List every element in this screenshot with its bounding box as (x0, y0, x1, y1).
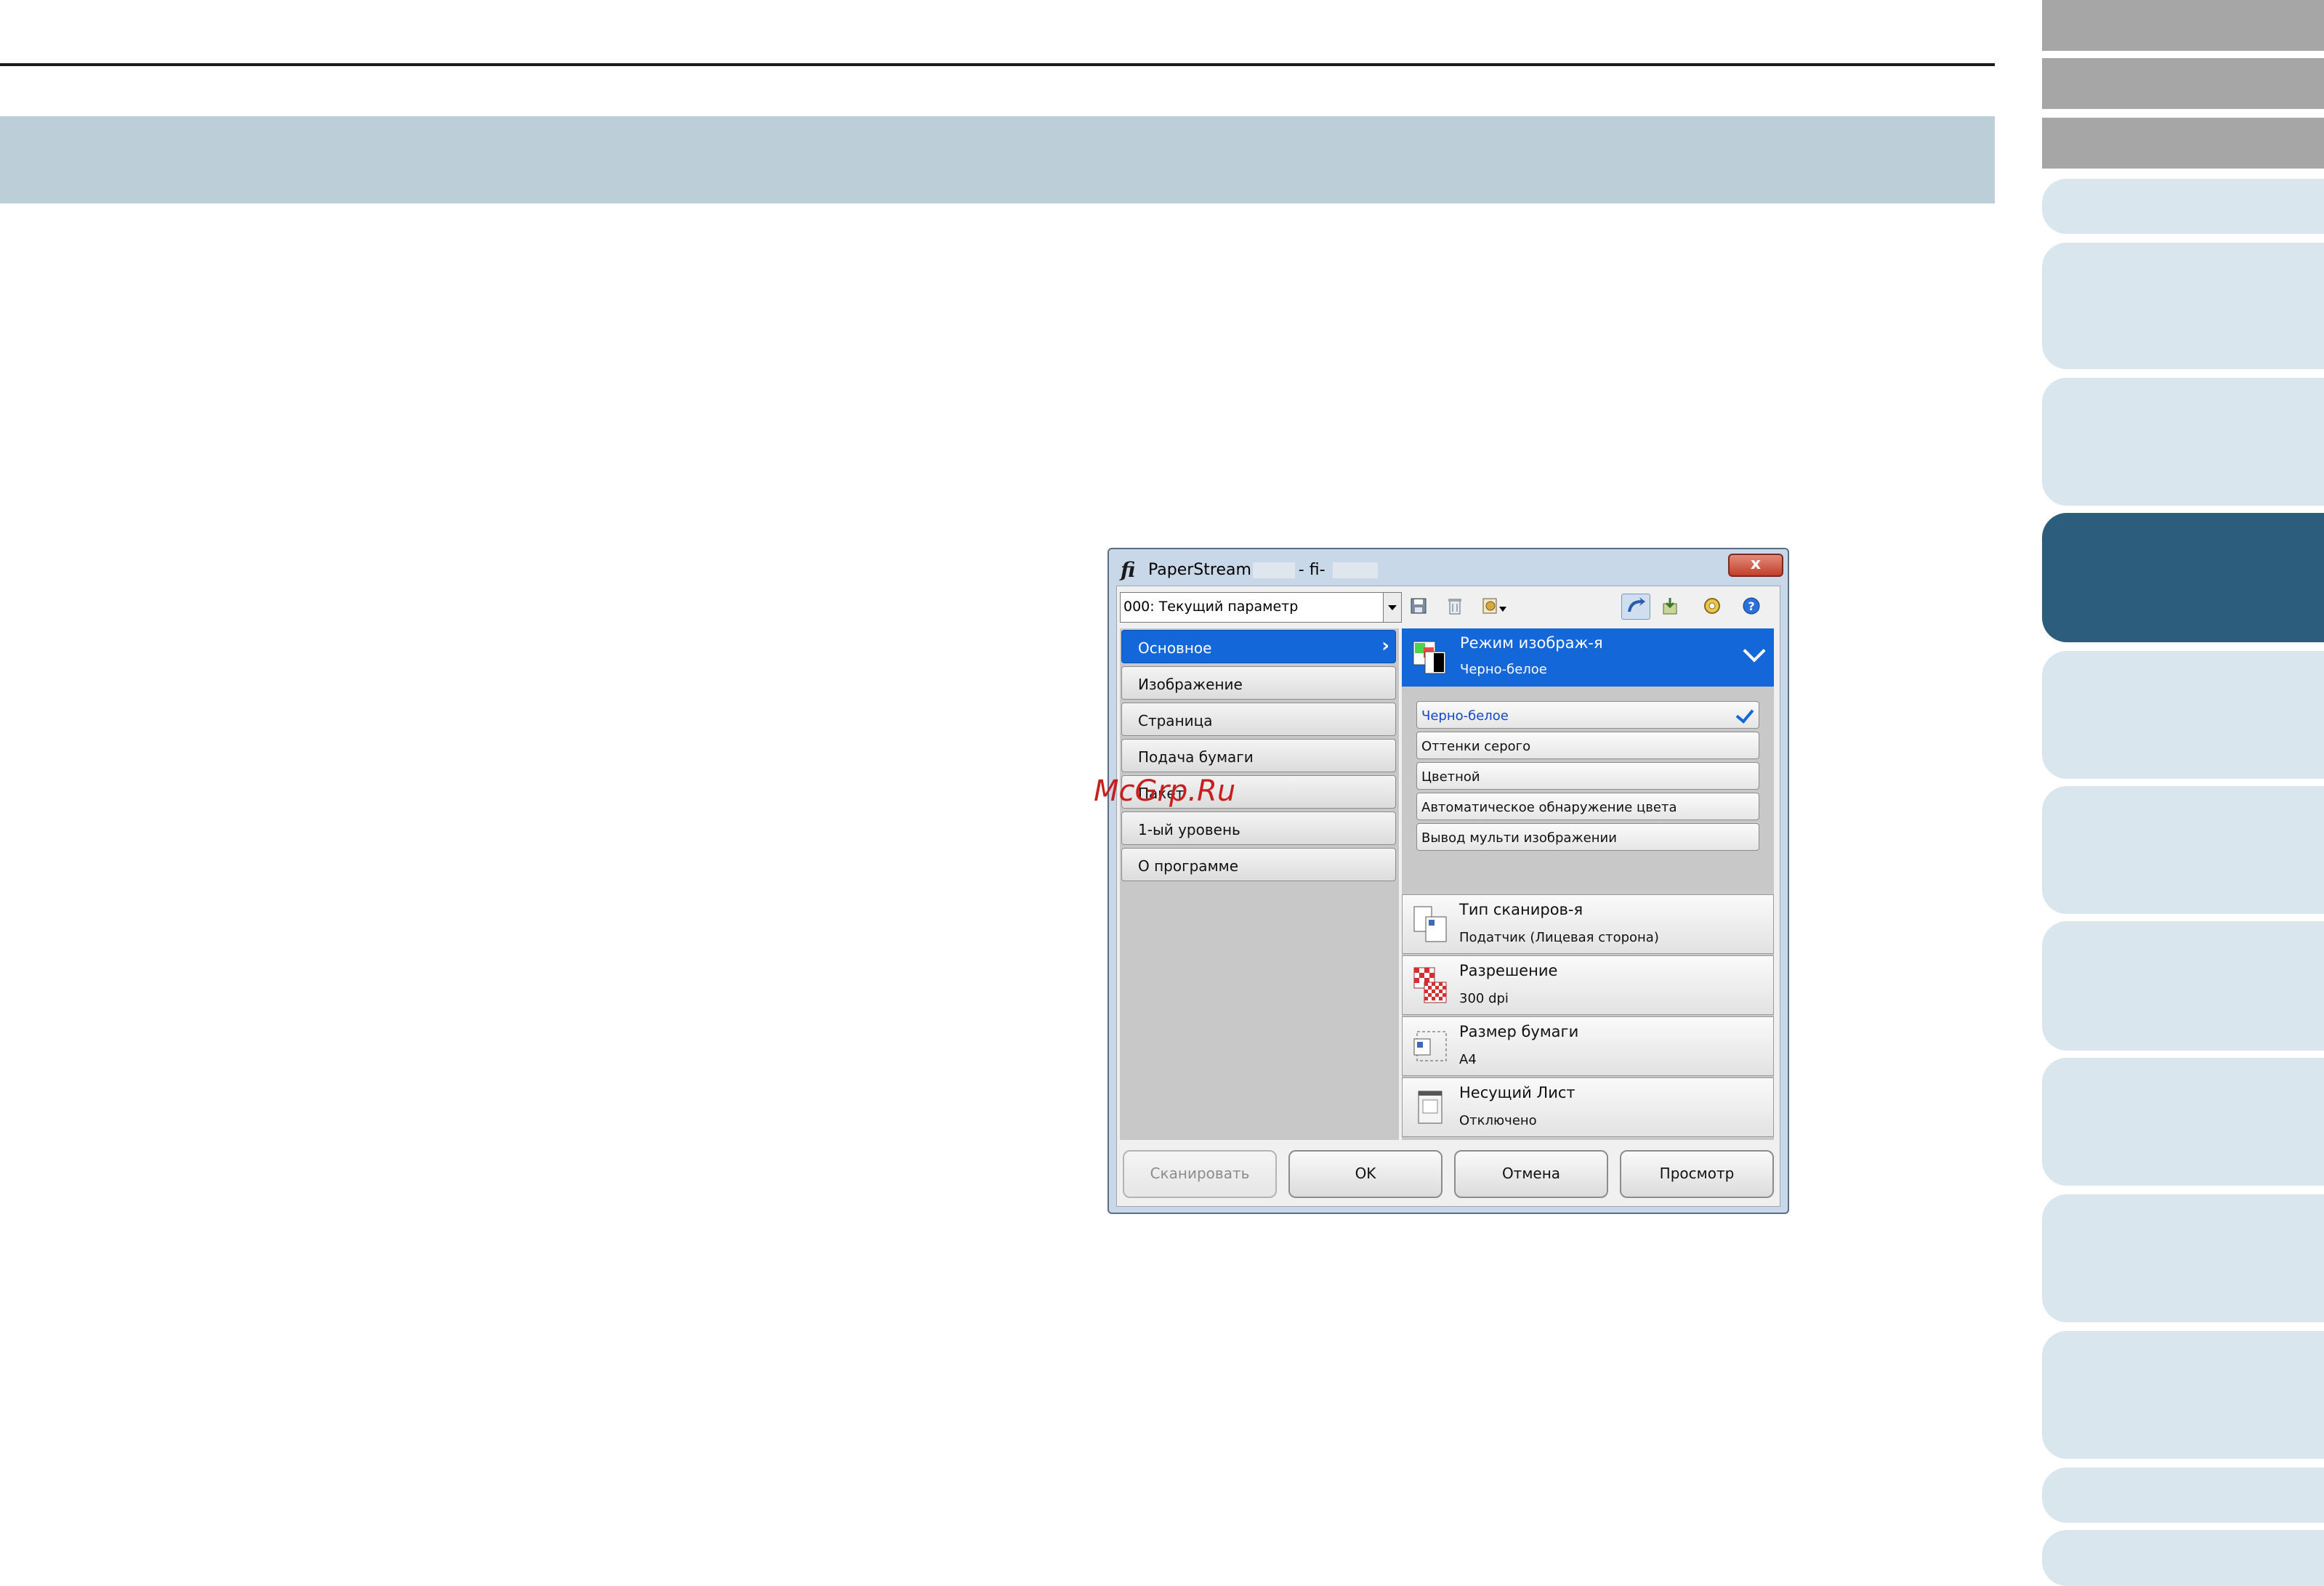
chevron-right-icon: › (1381, 635, 1389, 657)
image-mode-value: Черно-белое (1460, 662, 1547, 677)
title-redaction (1333, 562, 1378, 578)
side-tab-active[interactable] (2042, 513, 2324, 642)
menu-item-basic[interactable]: Основное › (1121, 630, 1396, 663)
button-bar: Сканировать OK Отмена Просмотр (1117, 1143, 1780, 1205)
setting-scan-type[interactable]: Тип сканиров-я Податчик (Лицевая сторона… (1402, 894, 1774, 954)
image-mode-options: Черно-белое Оттенки серого Цветной Автом… (1402, 687, 1774, 894)
option-label: Черно-белое (1421, 708, 1509, 724)
import-icon[interactable] (1661, 596, 1679, 615)
setting-title: Несущий Лист (1459, 1084, 1575, 1101)
save-icon[interactable] (1409, 596, 1428, 615)
option-auto-color[interactable]: Автоматическое обнаружение цвета (1416, 793, 1759, 820)
menu-item-label: Страница (1138, 712, 1213, 729)
image-mode-icon (1412, 640, 1447, 675)
side-tab-5[interactable] (2042, 243, 2324, 369)
setting-resolution[interactable]: Разрешение 300 dpi (1402, 955, 1774, 1015)
menu-item-about[interactable]: О программе (1121, 848, 1396, 881)
window-title: PaperStream IP ( ) - fi- (1148, 561, 1326, 579)
menu-item-label: Основное (1138, 639, 1212, 657)
side-tab-9[interactable] (2042, 786, 2324, 914)
chevron-down-icon[interactable] (1383, 593, 1401, 622)
menu-item-image[interactable]: Изображение (1121, 666, 1396, 700)
paperstream-dialog: fi PaperStream IP ( ) - fi- x 000: Текущ… (1107, 548, 1789, 1214)
close-button[interactable]: x (1728, 554, 1783, 577)
setting-value: A4 (1459, 1052, 1477, 1067)
cancel-button[interactable]: Отмена (1454, 1150, 1608, 1198)
option-multi-image[interactable]: Вывод мульти изображении (1416, 823, 1759, 851)
option-black-white[interactable]: Черно-белое (1416, 701, 1759, 729)
menu-item-label: О программе (1138, 857, 1239, 875)
fi-logo: fi (1121, 558, 1136, 582)
option-label: Автоматическое обнаружение цвета (1421, 800, 1677, 815)
category-menu: Основное › Изображение Страница Подача б… (1120, 628, 1399, 1140)
profile-select[interactable]: 000: Текущий параметр (1120, 592, 1402, 623)
svg-text:?: ? (1748, 599, 1754, 613)
menu-item-level-1[interactable]: 1-ый уровень (1121, 812, 1396, 845)
resolution-icon (1413, 966, 1449, 1006)
side-tab-15[interactable] (2042, 1530, 2324, 1586)
paper-size-icon (1413, 1027, 1449, 1067)
side-tab-10[interactable] (2042, 921, 2324, 1051)
option-label: Оттенки серого (1421, 739, 1531, 754)
side-tab-1[interactable] (2042, 0, 2324, 51)
section-band (0, 116, 1995, 203)
settings-panel: Режим изображ-я Черно-белое Черно-белое … (1402, 628, 1774, 1140)
checkmark-icon (1735, 705, 1754, 724)
option-label: Цветной (1421, 769, 1480, 785)
setting-title: Размер бумаги (1459, 1023, 1579, 1040)
ok-button[interactable]: OK (1288, 1150, 1443, 1198)
setting-value: 300 dpi (1459, 991, 1509, 1006)
menu-item-paper-feed[interactable]: Подача бумаги (1121, 739, 1396, 772)
title-redaction (1253, 562, 1295, 578)
toolbar-right-group: ? (1621, 591, 1774, 623)
side-tab-12[interactable] (2042, 1194, 2324, 1322)
side-tab-6[interactable] (2042, 378, 2324, 506)
image-mode-title: Режим изображ-я (1460, 634, 1603, 652)
side-tab-8[interactable] (2042, 651, 2324, 779)
watermark: McGrp.Ru (1094, 774, 1236, 808)
side-tab-4[interactable] (2042, 179, 2324, 234)
header-rule (0, 63, 1995, 66)
delete-icon[interactable] (1445, 596, 1464, 615)
side-tab-11[interactable] (2042, 1058, 2324, 1186)
setting-value: Отключено (1459, 1113, 1537, 1128)
help-icon[interactable]: ? (1742, 596, 1761, 615)
menu-item-label: 1-ый уровень (1138, 821, 1240, 838)
image-mode-header[interactable]: Режим изображ-я Черно-белое (1402, 628, 1774, 687)
menu-item-page[interactable]: Страница (1121, 703, 1396, 736)
profile-menu-icon[interactable] (1482, 596, 1508, 615)
setting-value: Податчик (Лицевая сторона) (1459, 930, 1659, 945)
dialog-body: 000: Текущий параметр ? Основное › Изобр… (1116, 586, 1780, 1207)
side-tab-14[interactable] (2042, 1468, 2324, 1523)
side-tab-2[interactable] (2042, 58, 2324, 109)
carrier-sheet-icon (1413, 1088, 1449, 1128)
title-bar: fi PaperStream IP ( ) - fi- x (1115, 554, 1783, 586)
setting-title: Разрешение (1459, 962, 1558, 979)
menu-item-label: Изображение (1138, 676, 1243, 693)
toolbar: 000: Текущий параметр ? (1117, 586, 1780, 627)
option-grayscale[interactable]: Оттенки серого (1416, 732, 1759, 759)
scanner-select-icon[interactable] (1621, 594, 1650, 620)
side-tab-13[interactable] (2042, 1331, 2324, 1459)
scan-type-icon (1413, 905, 1449, 944)
preview-button[interactable]: Просмотр (1620, 1150, 1774, 1198)
chevron-down-icon (1743, 639, 1766, 663)
side-tab-3[interactable] (2042, 118, 2324, 169)
option-color[interactable]: Цветной (1416, 762, 1759, 790)
menu-item-label: Подача бумаги (1138, 748, 1254, 766)
setting-carrier-sheet[interactable]: Несущий Лист Отключено (1402, 1077, 1774, 1137)
profile-select-value: 000: Текущий параметр (1123, 599, 1299, 615)
gear-icon[interactable] (1703, 596, 1722, 615)
setting-title: Тип сканиров-я (1459, 901, 1583, 918)
scan-button[interactable]: Сканировать (1123, 1150, 1277, 1198)
setting-paper-size[interactable]: Размер бумаги A4 (1402, 1016, 1774, 1076)
option-label: Вывод мульти изображении (1421, 830, 1617, 846)
